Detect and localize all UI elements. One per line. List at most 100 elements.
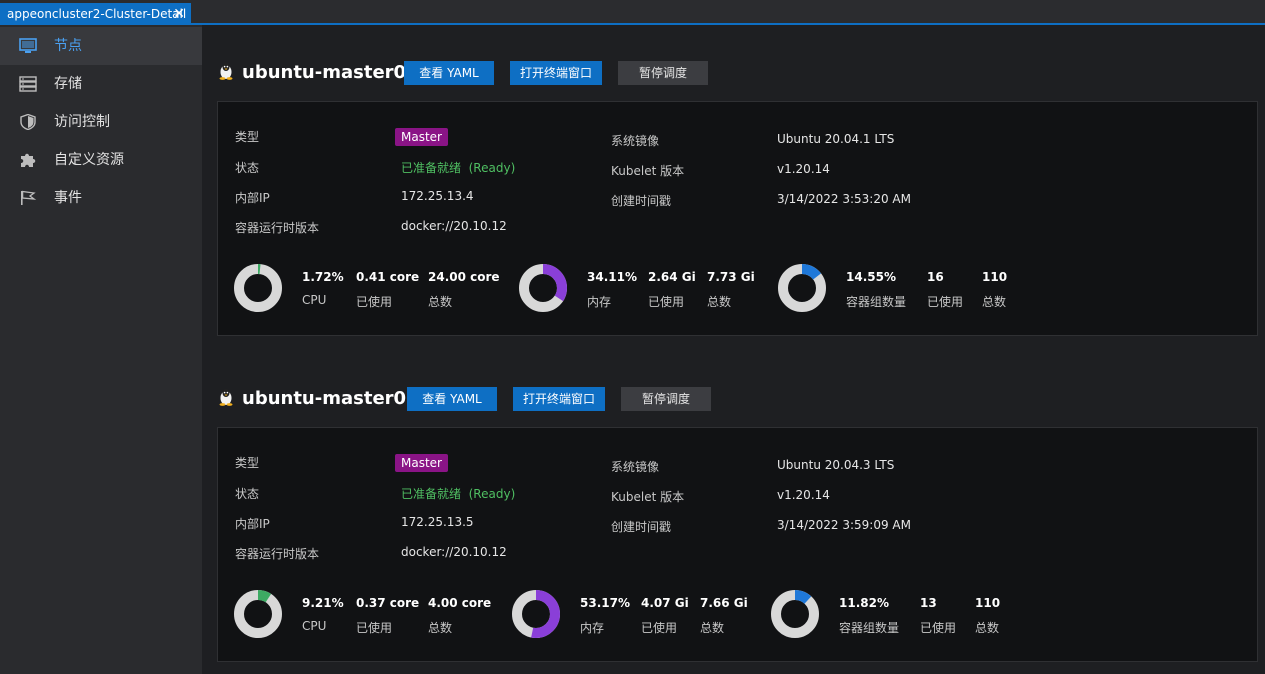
puzzle-icon <box>21 153 36 167</box>
sidebar-item-label: 事件 <box>54 190 82 206</box>
status-label: 状态 <box>235 487 260 501</box>
created-label: 创建时间戳 <box>611 520 672 534</box>
main-content: ubuntu-master01 查看 YAML 打开终端窗口 暂停调度 类型 M… <box>202 25 1265 674</box>
sidebar-item-nodes[interactable]: 节点 <box>0 27 202 65</box>
node-name: ubuntu-master02 <box>242 388 419 409</box>
runtime-label: 容器运行时版本 <box>235 547 320 561</box>
created-label: 创建时间戳 <box>611 194 672 208</box>
sidebar: 节点 存储 访问控制 自定义资源 事件 <box>0 25 202 674</box>
pods-percent: 11.82% <box>839 596 889 610</box>
tab-bar: appeoncluster2-Cluster-Detail ✕ <box>0 0 1265 25</box>
memory-total-value: 7.73 Gi <box>707 270 755 284</box>
pods-used-value: 16 <box>927 270 944 284</box>
cpu-used-label: 已使用 <box>356 621 393 635</box>
runtime-value: docker://20.10.12 <box>401 219 507 233</box>
pods-total-value: 110 <box>975 596 1001 610</box>
runtime-label: 容器运行时版本 <box>235 221 320 235</box>
shield-icon <box>20 114 36 130</box>
cpu-percent: 9.21% <box>302 596 344 610</box>
pause-scheduling-button[interactable]: 暂停调度 <box>621 387 711 411</box>
sidebar-item-custom-resources[interactable]: 自定义资源 <box>0 141 202 179</box>
role-badge: Master <box>395 128 448 146</box>
node-detail-card: 类型 Master 状态 已准备就绪 (Ready) 内部IP 172.25.1… <box>217 427 1258 662</box>
kubelet-label: Kubelet 版本 <box>611 164 685 178</box>
internal-ip-value: 172.25.13.5 <box>401 515 474 529</box>
sidebar-item-label: 访问控制 <box>54 114 110 130</box>
close-icon[interactable]: ✕ <box>173 3 185 25</box>
view-yaml-button[interactable]: 查看 YAML <box>404 61 494 85</box>
pods-donut-chart <box>771 590 819 638</box>
memory-total-label: 总数 <box>707 295 732 309</box>
open-terminal-button[interactable]: 打开终端窗口 <box>513 387 605 411</box>
view-yaml-button[interactable]: 查看 YAML <box>407 387 497 411</box>
pods-label: 容器组数量 <box>839 621 900 635</box>
monitor-icon <box>19 38 37 53</box>
pods-total-label: 总数 <box>975 621 1000 635</box>
node-title: ubuntu-master01 <box>218 62 419 83</box>
cpu-donut-chart <box>234 264 282 312</box>
sidebar-item-label: 自定义资源 <box>54 152 124 168</box>
linux-tux-icon <box>219 389 233 406</box>
os-image-label: 系统镜像 <box>611 460 660 474</box>
sidebar-item-storage[interactable]: 存储 <box>0 65 202 103</box>
sidebar-item-events[interactable]: 事件 <box>0 179 202 217</box>
node-title: ubuntu-master02 <box>218 388 419 409</box>
open-terminal-button[interactable]: 打开终端窗口 <box>510 61 602 85</box>
sidebar-item-label: 存储 <box>54 76 82 92</box>
kubelet-value: v1.20.14 <box>777 488 830 502</box>
memory-donut-chart <box>512 590 560 638</box>
memory-percent: 53.17% <box>580 596 630 610</box>
os-image-label: 系统镜像 <box>611 134 660 148</box>
cpu-used-value: 0.37 core <box>356 596 420 610</box>
sidebar-item-access-control[interactable]: 访问控制 <box>0 103 202 141</box>
kubelet-label: Kubelet 版本 <box>611 490 685 504</box>
memory-used-label: 已使用 <box>648 295 685 309</box>
cpu-total-value: 24.00 core <box>428 270 500 284</box>
cpu-total-value: 4.00 core <box>428 596 492 610</box>
memory-label: 内存 <box>587 295 612 309</box>
donut-track <box>771 590 819 638</box>
internal-ip-label: 内部IP <box>235 517 270 531</box>
tab-title: appeoncluster2-Cluster-Detail <box>7 7 187 21</box>
os-image-value: Ubuntu 20.04.3 LTS <box>777 458 895 472</box>
pods-used-label: 已使用 <box>927 295 964 309</box>
memory-total-label: 总数 <box>700 621 725 635</box>
runtime-value: docker://20.10.12 <box>401 545 507 559</box>
created-value: 3/14/2022 3:59:09 AM <box>777 518 911 532</box>
sidebar-item-label: 节点 <box>54 38 82 54</box>
donut-track <box>234 590 282 638</box>
role-badge: Master <box>395 454 448 472</box>
memory-total-value: 7.66 Gi <box>700 596 748 610</box>
cpu-donut-chart <box>234 590 282 638</box>
memory-used-value: 4.07 Gi <box>641 596 689 610</box>
pods-used-label: 已使用 <box>920 621 957 635</box>
storage-icon <box>19 76 37 92</box>
cpu-used-value: 0.41 core <box>356 270 420 284</box>
kubelet-value: v1.20.14 <box>777 162 830 176</box>
tab-cluster-detail[interactable]: appeoncluster2-Cluster-Detail ✕ <box>0 3 191 25</box>
flag-icon <box>21 190 37 205</box>
node-detail-card: 类型 Master 状态 已准备就绪 (Ready) 内部IP 172.25.1… <box>217 101 1258 336</box>
cpu-total-label: 总数 <box>428 295 453 309</box>
pods-total-label: 总数 <box>982 295 1007 309</box>
pods-total-value: 110 <box>982 270 1008 284</box>
pause-scheduling-button[interactable]: 暂停调度 <box>618 61 708 85</box>
cpu-label: CPU <box>302 293 327 307</box>
memory-label: 内存 <box>580 621 605 635</box>
memory-used-label: 已使用 <box>641 621 678 635</box>
cpu-percent: 1.72% <box>302 270 344 284</box>
cpu-label: CPU <box>302 619 327 633</box>
status-label: 状态 <box>235 161 260 175</box>
status-value: 已准备就绪 (Ready) <box>401 161 516 175</box>
status-value: 已准备就绪 (Ready) <box>401 487 516 501</box>
pods-used-value: 13 <box>920 596 937 610</box>
memory-donut-chart <box>519 264 567 312</box>
internal-ip-label: 内部IP <box>235 191 270 205</box>
pods-label: 容器组数量 <box>846 295 907 309</box>
cpu-used-label: 已使用 <box>356 295 393 309</box>
node-name: ubuntu-master01 <box>242 62 419 83</box>
memory-used-value: 2.64 Gi <box>648 270 696 284</box>
os-image-value: Ubuntu 20.04.1 LTS <box>777 132 895 146</box>
pods-percent: 14.55% <box>846 270 896 284</box>
linux-tux-icon <box>219 63 233 80</box>
